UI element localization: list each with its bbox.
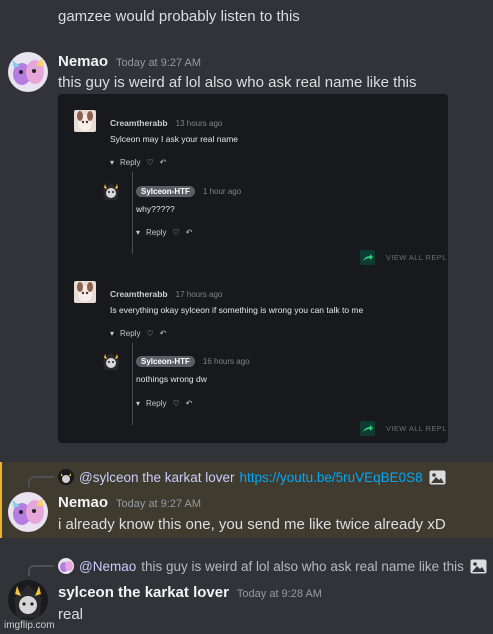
comment-time: 13 hours ago [175,119,223,128]
heart-icon: ♡ [146,158,154,167]
reply-actions: ▾ Reply ♡ ↶ [136,228,192,237]
avatar-nemao[interactable] [8,492,48,532]
view-all-replies: VIEW ALL REPL [386,253,447,262]
mention-bar [0,462,2,538]
commenter-avatar [74,110,96,132]
reply-header: Sylceon-HTF 1 hour ago [136,186,241,197]
avatar-sylceon[interactable] [8,580,48,620]
attached-image[interactable]: Creamtherabb 13 hours ago Sylceon may I a… [58,94,448,443]
reply-label: Reply [120,158,141,167]
comment-time: 17 hours ago [175,290,223,299]
share-icon [360,421,375,436]
reply-username[interactable]: @Nemao [79,559,136,574]
view-all-replies: VIEW ALL REPL [386,424,447,433]
reply-label: Reply [146,399,167,408]
reply-connector [28,565,54,576]
reply-label: Reply [120,329,141,338]
reply-connector [28,476,54,487]
dislike-icon: ↶ [159,158,167,167]
comment-actions: ▾ Reply ♡ ↶ [110,158,166,167]
reply-avatar [58,558,74,574]
dislike-icon: ↶ [159,329,167,338]
avatar-nemao[interactable] [8,52,48,92]
thread-line [132,343,133,425]
dislike-icon: ↶ [185,399,193,408]
comment-actions: ▾ Reply ♡ ↶ [110,329,166,338]
commenter-avatar [74,281,96,303]
reply-avatar [58,469,74,485]
thread-line [132,172,133,254]
reply-time: 16 hours ago [202,357,250,366]
message-text-top: gamzee would probably listen to this [58,8,300,25]
comment-header: Creamtherabb 13 hours ago [110,118,222,128]
reply-author: Sylceon-HTF [136,186,195,197]
reply-actions: ▾ Reply ♡ ↶ [136,399,192,408]
reply-arrow-icon: ▾ [110,329,115,338]
username[interactable]: sylceon the karkat lover [58,584,229,601]
comment-header: Creamtherabb 17 hours ago [110,289,222,299]
reply-time: 1 hour ago [202,187,242,196]
comment-author: Creamtherabb [110,289,168,299]
timestamp[interactable]: Today at 9:27 AM [116,57,201,69]
image-icon [470,559,487,574]
replier-avatar [100,180,122,202]
comment-author: Creamtherabb [110,118,168,128]
reply-text: why????? [136,204,175,214]
comment-text: Is everything okay sylceon if something … [110,305,364,315]
share-icon [360,250,375,265]
image-icon [429,470,446,485]
timestamp[interactable]: Today at 9:27 AM [116,498,201,510]
reply-arrow-icon: ▾ [136,399,141,408]
message-text: this guy is weird af lol also who ask re… [58,74,417,91]
reply-arrow-icon: ▾ [110,158,115,167]
watermark: imgflip.com [4,620,55,631]
reply-header: Sylceon-HTF 16 hours ago [136,356,250,367]
heart-icon: ♡ [172,399,180,408]
message-header-3: sylceon the karkat lover Today at 9:28 AM [58,584,322,601]
reply-username[interactable]: @sylceon the karkat lover [79,470,235,485]
message-text: real [58,606,84,623]
reply-snippet[interactable]: this guy is weird af lol also who ask re… [141,559,464,574]
username[interactable]: Nemao [58,53,108,70]
reply-link[interactable]: https://youtu.be/5ruVEqBE0S8 [240,470,423,485]
message-text: i already know this one, you send me lik… [58,516,446,533]
heart-icon: ♡ [146,329,154,338]
message-header-1: Nemao Today at 9:27 AM [58,53,201,70]
reply-author: Sylceon-HTF [136,356,195,367]
replier-avatar [100,350,122,372]
message-header-2: Nemao Today at 9:27 AM [58,494,201,511]
reply-text: nothings wrong dw [136,374,207,384]
reply-preview[interactable]: @sylceon the karkat lover https://youtu.… [58,469,446,485]
username[interactable]: Nemao [58,494,108,511]
reply-preview[interactable]: @Nemao this guy is weird af lol also who… [58,558,487,574]
reply-label: Reply [146,228,167,237]
dislike-icon: ↶ [185,228,193,237]
heart-icon: ♡ [172,228,180,237]
reply-arrow-icon: ▾ [136,228,141,237]
timestamp[interactable]: Today at 9:28 AM [237,588,322,600]
comment-text: Sylceon may I ask your real name [110,134,239,144]
